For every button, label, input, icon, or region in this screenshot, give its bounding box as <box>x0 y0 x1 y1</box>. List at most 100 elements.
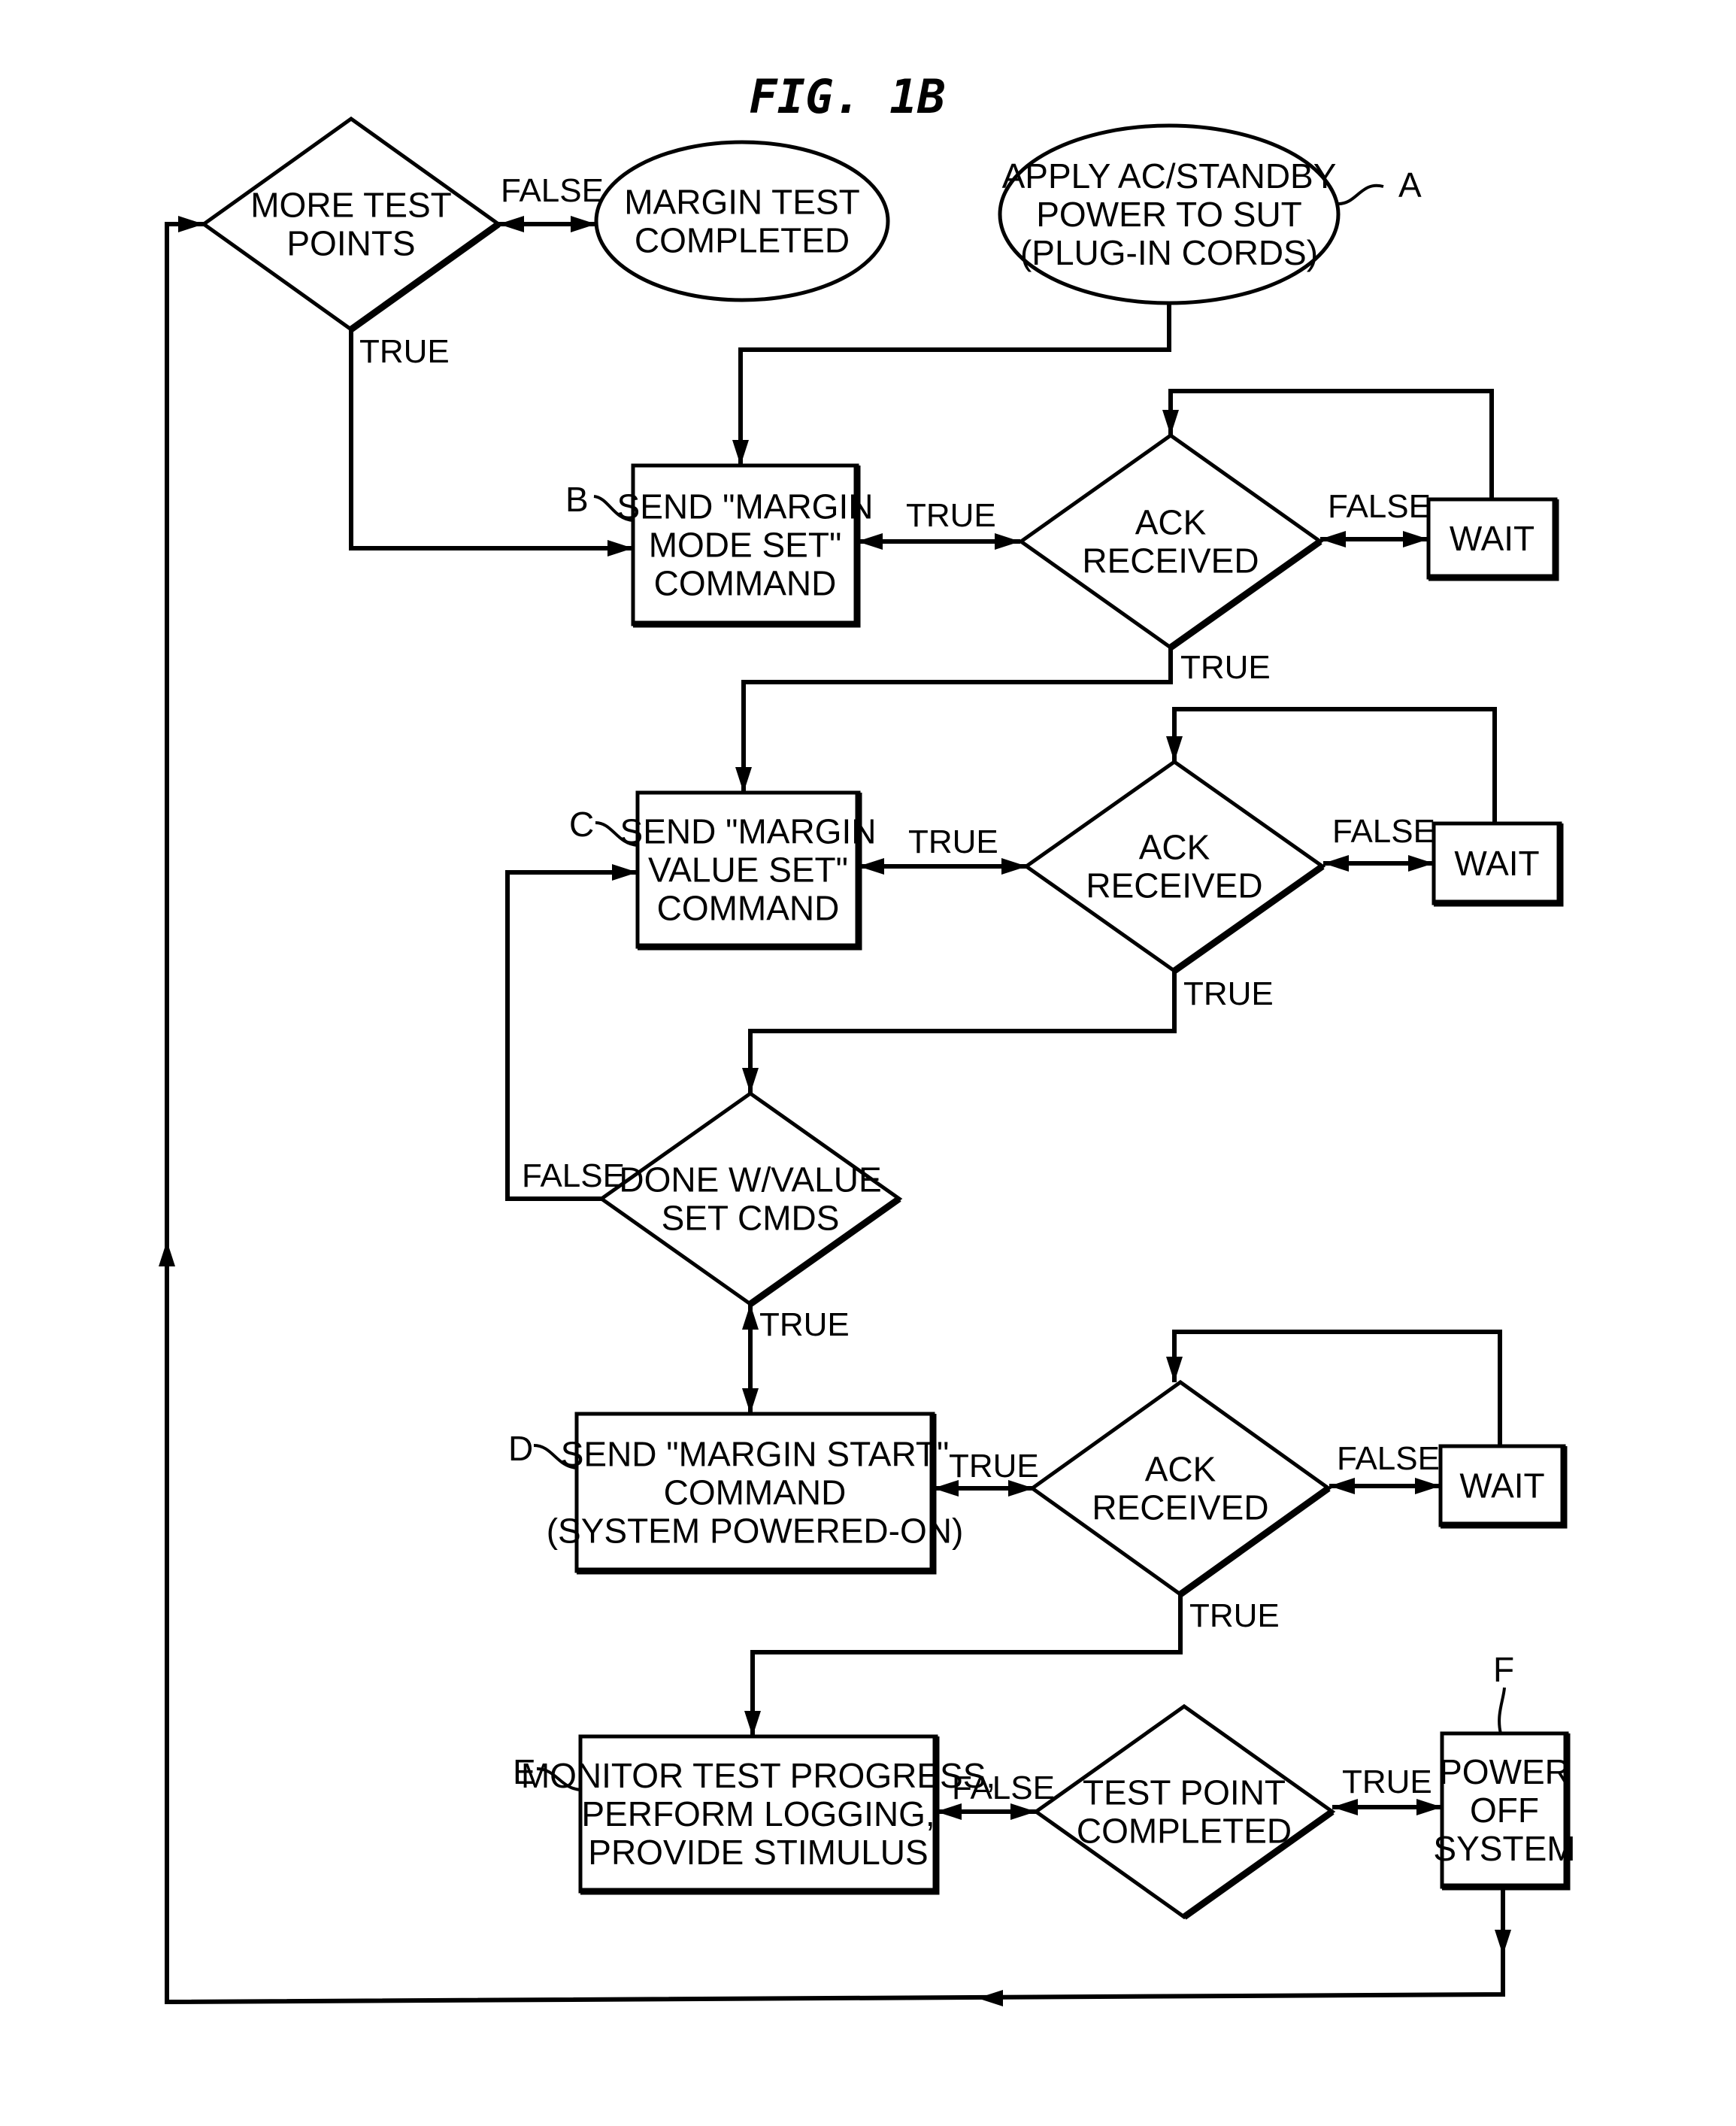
arrowhead-icon <box>1323 855 1349 872</box>
arrowhead-icon <box>1332 1799 1358 1815</box>
node-text-line: MARGIN TEST <box>624 183 860 222</box>
node-text-line: COMMAND <box>654 564 837 603</box>
flowchart-diagram: FIG. 1B MORE TESTPOINTSMARGIN TESTCOMPLE… <box>159 69 1576 2006</box>
node-text-line: COMPLETED <box>635 221 850 260</box>
node-text-line: SET CMDS <box>662 1199 840 1238</box>
arrowhead-icon <box>742 1068 759 1093</box>
node-text-line: SEND "MARGIN <box>620 812 877 851</box>
ref-label-e: E <box>513 1752 536 1791</box>
figure-title: FIG. 1B <box>749 69 945 124</box>
node-more-test-points: MORE TESTPOINTS <box>200 116 502 332</box>
node-wait-2: WAIT <box>1432 821 1564 907</box>
edge-label-tp-false: FALSE <box>952 1770 1055 1806</box>
node-monitor: MONITOR TEST PROGRESS,PERFORM LOGGING,PR… <box>521 1734 995 1895</box>
edge-label-more-true: TRUE <box>359 333 450 370</box>
arrowhead-icon <box>1408 855 1434 872</box>
node-text-line: ACK <box>1139 828 1210 867</box>
node-ack-2: ACKRECEIVED <box>1023 759 1326 974</box>
leader-a <box>1337 183 1384 206</box>
edge-label-ack1-false: FALSE <box>1328 488 1431 525</box>
arrowhead-icon <box>857 533 883 550</box>
edge-label-done-false: FALSE <box>522 1157 625 1194</box>
edge-label-ack2-false: FALSE <box>1332 813 1435 850</box>
node-done-value-set: DONE W/VALUESET CMDS <box>598 1090 903 1307</box>
arrowhead-icon <box>1403 531 1428 547</box>
ref-label-f: F <box>1493 1650 1514 1689</box>
arrowhead-icon <box>612 864 638 881</box>
node-text-line: SYSTEM <box>1433 1829 1575 1868</box>
node-margin-test-completed: MARGIN TESTCOMPLETED <box>594 140 890 302</box>
node-send-start: SEND "MARGIN START"COMMAND(SYSTEM POWERE… <box>547 1412 964 1575</box>
node-text-line: OFF <box>1470 1791 1539 1830</box>
node-text-line: SEND "MARGIN START" <box>561 1435 950 1474</box>
arrowhead-icon <box>178 216 204 232</box>
ref-label-b: B <box>565 480 589 519</box>
node-text-line: PERFORM LOGGING, <box>581 1794 935 1833</box>
node-text-line: TEST POINT <box>1083 1773 1286 1812</box>
node-test-point-completed: TEST POINTCOMPLETED <box>1032 1703 1336 1920</box>
edge-label-done-true: TRUE <box>759 1306 850 1343</box>
edge-label-d-true: TRUE <box>949 1448 1039 1485</box>
node-apply-power: APPLY AC/STANDBYPOWER TO SUT(PLUG-IN COR… <box>998 123 1341 305</box>
node-send-mode-set: SEND "MARGINMODE SET"COMMAND <box>617 463 873 628</box>
node-text-line: POWER <box>1439 1752 1570 1791</box>
node-text-line: RECEIVED <box>1092 1488 1268 1527</box>
arrowhead-icon <box>977 1990 1003 2006</box>
arrowhead-icon <box>1166 736 1183 762</box>
arrowhead-icon <box>1320 531 1346 547</box>
arrowhead-icon <box>1495 1930 1511 1955</box>
node-text-line: RECEIVED <box>1086 866 1262 905</box>
node-wait-3: WAIT <box>1438 1444 1568 1529</box>
arrowhead-icon <box>571 216 596 232</box>
arrowhead-icon <box>1162 410 1179 435</box>
node-text-line: POWER TO SUT <box>1036 195 1302 234</box>
edge-label-ack1-true: TRUE <box>1180 649 1271 686</box>
node-wait-1: WAIT <box>1426 497 1559 581</box>
arrowhead-icon <box>859 858 884 875</box>
arrowhead-icon <box>498 216 524 232</box>
node-ack-3: ACKRECEIVED <box>1029 1379 1332 1597</box>
edge-apply-to-b <box>738 303 1171 466</box>
node-text-line: VALUE SET" <box>648 851 848 890</box>
edge-ack2-done <box>748 972 1177 1093</box>
node-text-line: MONITOR TEST PROGRESS, <box>521 1756 995 1795</box>
node-text-line: WAIT <box>1454 844 1539 883</box>
node-text-line: COMPLETED <box>1077 1812 1292 1851</box>
arrowhead-icon <box>742 1304 759 1330</box>
edge-label-more-false: FALSE <box>501 172 604 209</box>
arrowhead-icon <box>744 1711 761 1736</box>
edge-ack3-e <box>750 1594 1183 1736</box>
node-text-line: RECEIVED <box>1082 541 1259 581</box>
node-text-line: ACK <box>1145 1450 1216 1489</box>
node-text-line: MODE SET" <box>649 526 842 565</box>
edge-label-b-true: TRUE <box>906 497 996 534</box>
arrowhead-icon <box>742 1388 759 1414</box>
node-text-line: DONE W/VALUE <box>619 1160 881 1199</box>
arrowhead-icon <box>159 1241 175 1266</box>
flow-nodes: MORE TESTPOINTSMARGIN TESTCOMPLETEDAPPLY… <box>200 116 1576 1920</box>
ref-label-d: D <box>508 1429 533 1468</box>
edge-label-ack3-false: FALSE <box>1337 1440 1440 1477</box>
arrowhead-icon <box>995 533 1020 550</box>
node-text-line: MORE TEST <box>250 186 452 225</box>
node-text-line: (PLUG-IN CORDS) <box>1020 233 1318 272</box>
arrowhead-icon <box>607 540 633 557</box>
arrowhead-icon <box>735 767 752 793</box>
node-ack-1: ACKRECEIVED <box>1017 432 1324 651</box>
edge-label-ack3-true: TRUE <box>1189 1597 1280 1634</box>
node-text-line: COMMAND <box>657 889 840 928</box>
node-text-line: ACK <box>1135 503 1207 542</box>
edge-label-c-true: TRUE <box>908 823 998 860</box>
arrowhead-icon <box>1415 1478 1441 1494</box>
arrowhead-icon <box>732 440 749 466</box>
node-text-line: POINTS <box>286 224 415 263</box>
edge-done-false <box>505 870 638 1201</box>
edge-label-tp-true: TRUE <box>1342 1764 1432 1800</box>
node-text-line: WAIT <box>1450 519 1535 558</box>
node-text-line: APPLY AC/STANDBY <box>1002 156 1337 196</box>
node-send-value-set: SEND "MARGINVALUE SET"COMMAND <box>620 790 877 951</box>
node-text-line: COMMAND <box>664 1473 847 1512</box>
node-text-line: (SYSTEM POWERED-ON) <box>547 1512 964 1551</box>
arrowhead-icon <box>1166 1357 1183 1382</box>
edge-ack1-c <box>741 648 1173 793</box>
